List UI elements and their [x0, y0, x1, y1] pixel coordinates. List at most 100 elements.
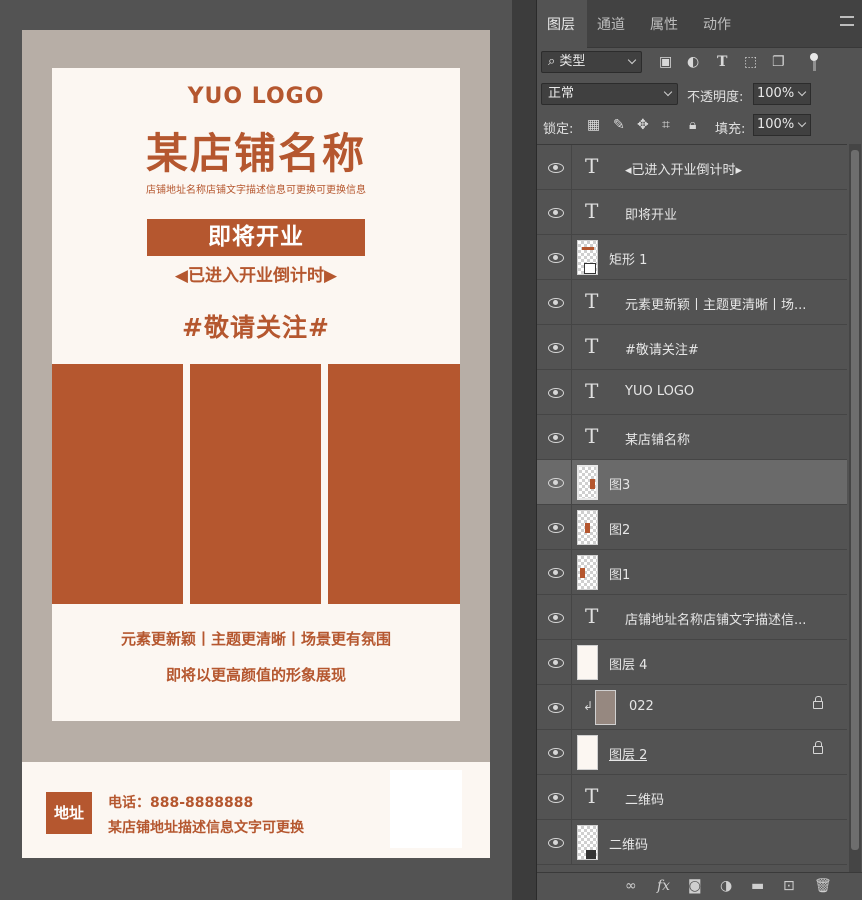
shape-filter-icon[interactable]: ⬚ — [744, 55, 757, 69]
add-mask-icon[interactable]: ◙ — [688, 879, 702, 893]
tab-channels[interactable]: 通道 — [597, 14, 625, 34]
text-layer-icon: T — [585, 334, 599, 358]
poster-photo-2 — [190, 364, 321, 604]
layer-row[interactable]: T 某店铺名称 — [537, 415, 847, 460]
visibility-separator — [571, 820, 572, 865]
eye-icon[interactable] — [547, 745, 564, 759]
visibility-separator — [571, 235, 572, 280]
poster-photo-1 — [52, 364, 183, 604]
eye-icon[interactable] — [547, 520, 564, 534]
scrollbar-thumb[interactable] — [851, 150, 859, 850]
lock-position-icon[interactable]: ✥ — [637, 118, 649, 132]
chevron-down-icon — [797, 87, 807, 97]
layers-panel: 图层 通道 属性 动作 ⌕ 类型 ▣ ◐ T ⬚ ❐ 正常 不透明度: 100%… — [536, 0, 862, 900]
eye-icon[interactable] — [547, 835, 564, 849]
text-layer-icon: T — [585, 289, 599, 313]
layer-row[interactable]: 图层 2 — [537, 730, 847, 775]
layer-row[interactable]: T 元素更新颖丨主题更清晰丨场... — [537, 280, 847, 325]
thumbnail-mark — [590, 479, 595, 489]
type-filter-icon[interactable]: T — [717, 55, 727, 69]
poster-photo-strip — [52, 364, 460, 604]
layers-bottom-toolbar: ∞ fx ◙ ◑ ▬ ⊡ 🗑︎ — [537, 872, 862, 900]
layer-name: 图2 — [609, 523, 631, 538]
visibility-separator — [571, 280, 572, 325]
fill-label: 填充: — [715, 122, 746, 137]
eye-icon[interactable] — [547, 160, 564, 174]
qr-code-placeholder — [390, 770, 462, 848]
layers-scrollbar[interactable] — [849, 144, 861, 872]
poster-slogan-2: 即将以更高颜值的形象展现 — [165, 666, 346, 684]
fill-input[interactable]: 100% — [753, 114, 811, 136]
eye-icon[interactable] — [547, 475, 564, 489]
layer-thumbnail — [577, 735, 598, 770]
eye-icon[interactable] — [547, 385, 564, 399]
smart-object-filter-icon[interactable]: ❐ — [772, 55, 785, 69]
eye-icon[interactable] — [547, 430, 564, 444]
layer-row[interactable]: 图2 — [537, 505, 847, 550]
tab-actions[interactable]: 动作 — [703, 14, 731, 34]
layer-row[interactable]: T YUO LOGO — [537, 370, 847, 415]
lock-transparent-icon[interactable]: ▦ — [587, 118, 600, 132]
delete-layer-icon[interactable]: 🗑︎ — [814, 879, 832, 893]
layer-row-selected[interactable]: 图3 — [537, 460, 847, 505]
lock-brush-icon[interactable]: ✎ — [613, 118, 625, 132]
layer-row[interactable]: T 即将开业 — [537, 190, 847, 235]
poster-shop-name: 某店铺名称 — [145, 129, 366, 178]
opacity-input[interactable]: 100% — [753, 83, 811, 105]
layer-row[interactable]: 矩形 1 — [537, 235, 847, 280]
eye-icon[interactable] — [547, 250, 564, 264]
document-canvas[interactable]: YUO LOGO 某店铺名称 店铺地址名称店铺文字描述信息可更换可更换信息 即将… — [22, 30, 490, 858]
lock-artboard-icon[interactable]: ⌗ — [662, 118, 670, 132]
blend-mode-select[interactable]: 正常 — [541, 83, 678, 105]
eye-icon[interactable] — [547, 610, 564, 624]
eye-icon[interactable] — [547, 655, 564, 669]
eye-icon[interactable] — [547, 565, 564, 579]
layer-name: ◂已进入开业倒计时▸ — [625, 163, 743, 178]
layer-name: #敬请关注# — [625, 343, 699, 358]
lock-all-icon[interactable]: 🔒︎ — [689, 118, 696, 132]
eye-icon[interactable] — [547, 790, 564, 804]
layer-name: 图层 2 — [609, 748, 648, 763]
layer-row[interactable]: T ◂已进入开业倒计时▸ — [537, 145, 847, 190]
visibility-separator — [571, 775, 572, 820]
visibility-separator — [571, 730, 572, 775]
canvas-workspace[interactable]: YUO LOGO 某店铺名称 店铺地址名称店铺文字描述信息可更换可更换信息 即将… — [0, 0, 512, 900]
layer-row[interactable]: 图层 4 — [537, 640, 847, 685]
smart-object-icon — [586, 850, 596, 859]
tab-properties[interactable]: 属性 — [650, 14, 678, 34]
visibility-separator — [571, 595, 572, 640]
chevron-down-icon — [663, 87, 673, 97]
layer-row[interactable]: T 二维码 — [537, 775, 847, 820]
layer-name: 二维码 — [609, 838, 649, 853]
filter-kind-select[interactable]: ⌕ 类型 — [541, 51, 642, 73]
tab-layers[interactable]: 图层 — [547, 14, 575, 34]
layer-name: 店铺地址名称店铺文字描述信... — [625, 613, 807, 628]
image-filter-icon[interactable]: ▣ — [659, 55, 672, 69]
eye-icon[interactable] — [547, 205, 564, 219]
filter-kind-value: 类型 — [559, 54, 586, 69]
link-layers-icon[interactable]: ∞ — [625, 879, 637, 893]
layer-row[interactable]: T #敬请关注# — [537, 325, 847, 370]
poster-card: YUO LOGO 某店铺名称 店铺地址名称店铺文字描述信息可更换可更换信息 即将… — [52, 68, 460, 721]
eye-icon[interactable] — [547, 340, 564, 354]
layer-row[interactable]: ↲ 022 — [537, 685, 847, 730]
eye-icon[interactable] — [547, 295, 564, 309]
filter-toggle-icon[interactable] — [810, 53, 818, 61]
new-group-icon[interactable]: ▬ — [751, 879, 764, 893]
adjustment-layer-icon[interactable]: ◑ — [720, 879, 732, 893]
layer-name: 022 — [629, 699, 654, 714]
adjustment-filter-icon[interactable]: ◐ — [687, 55, 699, 69]
new-layer-icon[interactable]: ⊡ — [783, 879, 795, 893]
text-layer-icon: T — [585, 784, 599, 808]
layer-row[interactable]: T 店铺地址名称店铺文字描述信... — [537, 595, 847, 640]
layer-name: 图层 4 — [609, 658, 648, 673]
layer-row[interactable]: 二维码 — [537, 820, 847, 865]
layer-name: 图3 — [609, 478, 631, 493]
poster-follow: #敬请关注# — [182, 313, 330, 342]
visibility-separator — [571, 505, 572, 550]
panel-menu-icon[interactable] — [840, 16, 854, 26]
eye-icon[interactable] — [547, 700, 564, 714]
layer-row[interactable]: 图1 — [537, 550, 847, 595]
layer-style-icon[interactable]: fx — [657, 879, 670, 893]
chevron-down-icon — [797, 118, 807, 128]
